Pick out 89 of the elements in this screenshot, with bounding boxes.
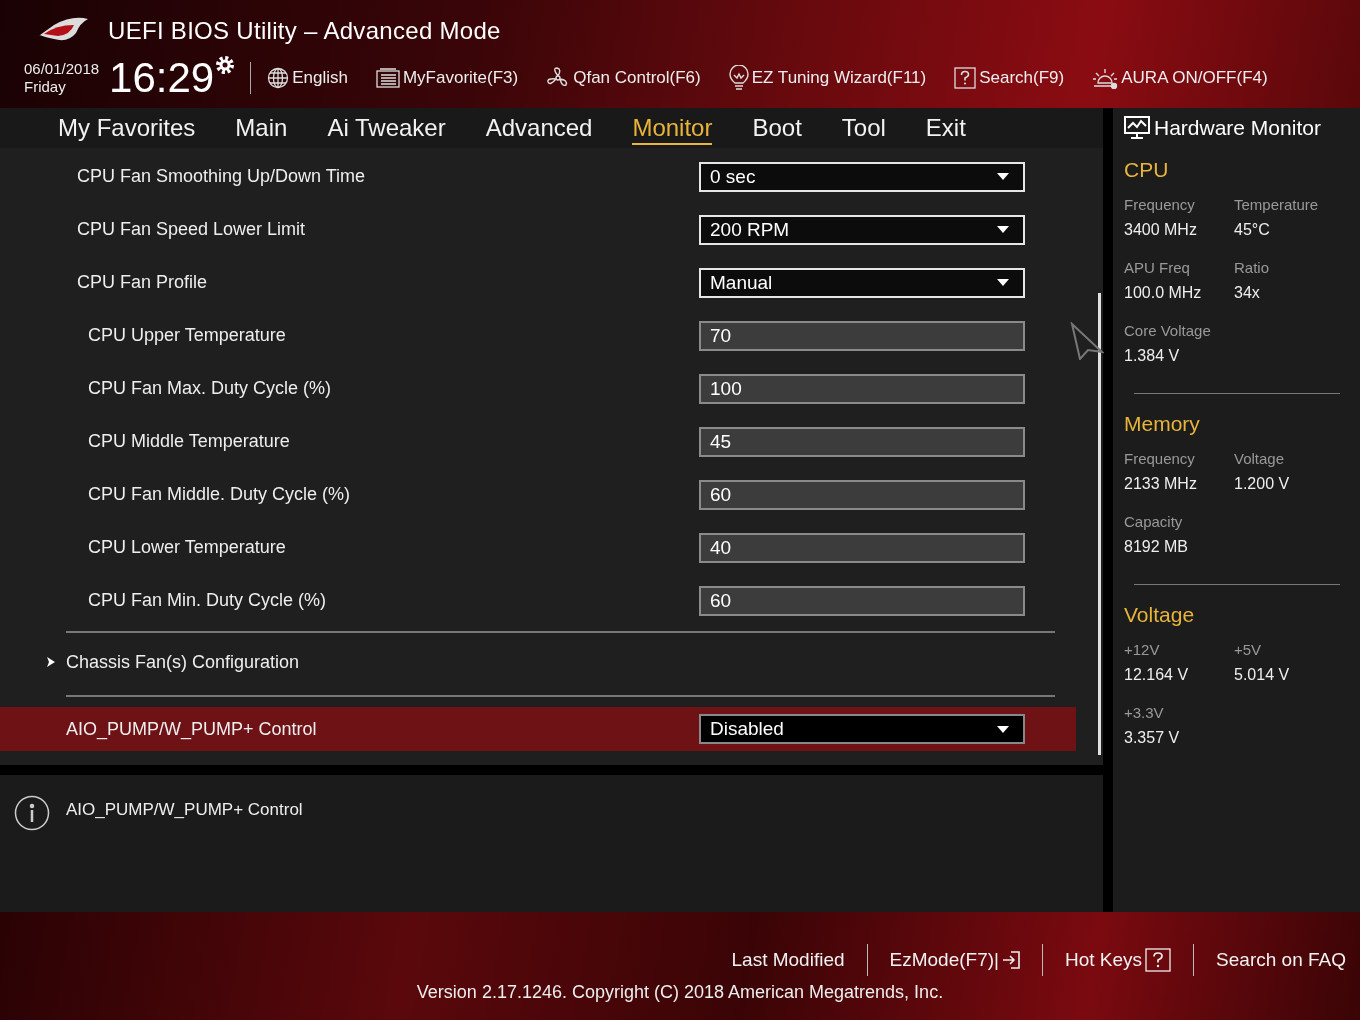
caret-icon [997, 173, 1009, 180]
reading-label: Core Voltage [1124, 322, 1212, 339]
reading-value: 3.357 V [1124, 729, 1181, 747]
exit-arrow-icon [1002, 950, 1020, 970]
setting-label: CPU Fan Max. Duty Cycle (%) [88, 378, 333, 399]
submenu-link[interactable]: Chassis Fan(s) Configuration [46, 651, 300, 673]
caret-icon [997, 279, 1009, 286]
section-heading: Voltage [1124, 603, 1196, 627]
reading-label: Frequency [1124, 196, 1196, 213]
reading-value: 1.200 V [1234, 475, 1291, 493]
reading-label: Ratio [1234, 259, 1271, 276]
reading-label: +5V [1234, 641, 1263, 658]
reading-value: 8192 MB [1124, 538, 1190, 556]
input-field[interactable]: 60 [699, 479, 1025, 510]
reading-value: 5.014 V [1234, 666, 1291, 684]
footer-link[interactable]: Last Modified [731, 949, 845, 971]
day-text: Friday [24, 78, 67, 96]
menu-tab[interactable]: Ai Tweaker [327, 111, 446, 145]
section-heading: Memory [1124, 412, 1201, 436]
reading-label: +12V [1124, 641, 1161, 658]
caret-icon [997, 725, 1009, 733]
lightbulb-icon [728, 65, 749, 91]
reading-value: 34x [1234, 284, 1261, 302]
input-field[interactable]: 70 [699, 320, 1025, 351]
menu-tab[interactable]: Monitor [632, 111, 713, 145]
dropdown-field[interactable]: 0 sec [699, 161, 1025, 192]
menu-tab[interactable]: Main [235, 111, 288, 145]
section-heading: CPU [1124, 158, 1170, 182]
menu-tab[interactable]: My Favorites [58, 111, 196, 145]
toolbar-button[interactable]: MyFavorite(F3) [375, 68, 519, 88]
window-title: UEFI BIOS Utility – Advanced Mode [108, 17, 501, 45]
globe-icon [267, 67, 290, 89]
clock-time: 16:29 [109, 56, 215, 100]
toolbar-button[interactable]: Search(F9) [954, 67, 1065, 89]
setting-label: CPU Fan Speed Lower Limit [77, 219, 307, 240]
selected-row[interactable]: AIO_PUMP/W_PUMP+ Control Disabled [0, 707, 1076, 751]
version-text: Version 2.17.1246. Copyright (C) 2018 American Megatrends, Inc. [416, 982, 944, 1003]
setting-label: CPU Fan Profile [77, 272, 209, 293]
question-icon [954, 67, 977, 89]
reading-value: 2133 MHz [1124, 475, 1198, 493]
reading-label: Voltage [1234, 450, 1286, 467]
toolbar-button[interactable]: Qfan Control(F6) [546, 66, 701, 90]
input-field[interactable]: 100 [699, 373, 1025, 404]
monitor-icon [1124, 116, 1150, 140]
reading-value: 12.164 V [1124, 666, 1190, 684]
reading-label: Temperature [1234, 196, 1320, 213]
light-icon [1092, 67, 1119, 89]
toolbar-button[interactable]: EZ Tuning Wizard(F11) [728, 65, 927, 91]
reading-value: 100.0 MHz [1124, 284, 1203, 302]
toolbar-button[interactable]: English [267, 67, 348, 89]
menu-tab[interactable]: Boot [752, 111, 802, 145]
reading-label: APU Freq [1124, 259, 1191, 276]
menu-tab[interactable]: Advanced [485, 111, 593, 145]
question-icon [1145, 948, 1172, 972]
reading-label: Capacity [1124, 513, 1184, 530]
footer-link[interactable]: EzMode(F7)| [889, 949, 1020, 971]
setting-label: CPU Fan Min. Duty Cycle (%) [88, 590, 328, 611]
footer-link[interactable]: Search on FAQ [1216, 949, 1346, 971]
reading-value: 3400 MHz [1124, 221, 1198, 239]
menu-tab[interactable]: Tool [841, 111, 886, 145]
reading-label: +3.3V [1124, 704, 1165, 721]
scrollbar[interactable] [1098, 293, 1101, 755]
setting-label: AIO_PUMP/W_PUMP+ Control [66, 718, 318, 740]
toolbar-button[interactable]: AURA ON/OFF(F4) [1092, 67, 1268, 89]
caret-icon [997, 226, 1009, 233]
setting-label: CPU Upper Temperature [88, 325, 287, 346]
chevron-right-icon [46, 656, 56, 668]
settings-icon[interactable] [214, 54, 237, 76]
reading-value: 1.384 V [1124, 347, 1181, 365]
dropdown-field[interactable]: Disabled [699, 714, 1025, 744]
input-field[interactable]: 45 [699, 426, 1025, 457]
setting-label: CPU Lower Temperature [88, 537, 287, 558]
setting-label: CPU Fan Middle. Duty Cycle (%) [88, 484, 352, 505]
help-text: AIO_PUMP/W_PUMP+ Control [66, 800, 303, 820]
menu-tab[interactable]: Exit [925, 111, 966, 145]
reading-label: Frequency [1124, 450, 1196, 467]
setting-label: CPU Fan Smoothing Up/Down Time [77, 166, 367, 187]
setting-label: CPU Middle Temperature [88, 431, 291, 452]
reading-value: 45°C [1234, 221, 1271, 239]
list-icon [375, 68, 400, 88]
panel-title: Hardware Monitor [1154, 116, 1321, 140]
date-text: 06/01/2018 [24, 60, 100, 78]
dropdown-field[interactable]: 200 RPM [699, 214, 1025, 245]
input-field[interactable]: 40 [699, 532, 1025, 563]
dropdown-field[interactable]: Manual [699, 267, 1025, 298]
input-field[interactable]: 60 [699, 585, 1025, 616]
info-icon [14, 795, 50, 831]
mouse-cursor-icon [1070, 322, 1104, 360]
footer-link[interactable]: Hot Keys [1065, 948, 1172, 972]
